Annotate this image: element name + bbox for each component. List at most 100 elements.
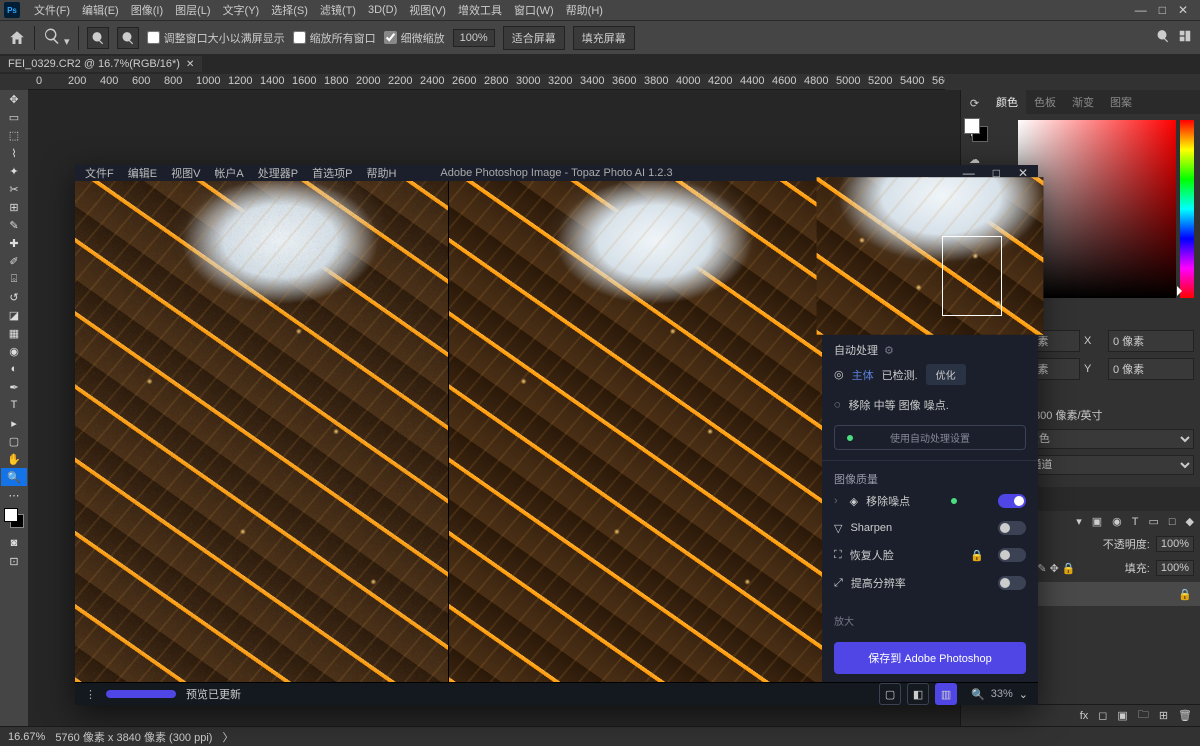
hue-slider[interactable] — [1180, 120, 1194, 298]
menu-type[interactable]: 文字(Y) — [217, 0, 266, 20]
color-swatches[interactable] — [4, 508, 24, 528]
tab-color[interactable]: 颜色 — [988, 90, 1026, 114]
upscale-toggle[interactable] — [998, 576, 1026, 590]
new-layer-icon[interactable]: ⊞ — [1159, 709, 1168, 722]
x-value[interactable]: 0 像素 — [1108, 330, 1194, 352]
menu-edit[interactable]: 编辑(E) — [76, 0, 125, 20]
blur-tool[interactable]: ◉ — [1, 342, 27, 360]
zoom-tool[interactable]: 🔍 — [1, 468, 27, 486]
topaz-menu-help[interactable]: 帮助H — [366, 165, 396, 181]
remove-noise-row[interactable]: ◌ 移除 中等 图像 噪点. — [834, 391, 1026, 419]
marquee-tool[interactable]: ⬚ — [1, 126, 27, 144]
chevron-down-icon[interactable]: ⌄ — [1019, 688, 1028, 701]
search-icon[interactable] — [1156, 29, 1170, 46]
fill-value[interactable]: 100% — [1156, 560, 1194, 576]
gradient-tool[interactable]: ▦ — [1, 324, 27, 342]
menu-filter[interactable]: 滤镜(T) — [314, 0, 362, 20]
sharpen-toggle-row[interactable]: ▽ Sharpen — [834, 515, 1026, 541]
resize-window-checkbox[interactable]: 调整窗口大小以满屏显示 — [147, 30, 285, 46]
quick-mask-tool[interactable]: ◙ — [1, 534, 27, 552]
face-toggle-row[interactable]: ⛶ 恢复人脸 🔒 — [834, 541, 1026, 569]
zoom-all-checkbox[interactable]: 缩放所有窗口 — [293, 30, 376, 46]
sharpen-toggle[interactable] — [998, 521, 1026, 535]
window-maximize-icon[interactable]: □ — [1159, 3, 1166, 17]
topaz-menu-account[interactable]: 帐户A — [214, 165, 243, 181]
subject-row[interactable]: ◎ 主体 已检测. 优化 — [834, 358, 1026, 391]
artboard-tool[interactable]: ▭ — [1, 108, 27, 126]
view-split-button[interactable]: ◧ — [907, 683, 929, 705]
menu-window[interactable]: 窗口(W) — [508, 0, 560, 20]
quick-select-tool[interactable]: ✦ — [1, 162, 27, 180]
view-sidebyside-button[interactable]: ▥ — [935, 683, 957, 705]
upscale-toggle-row[interactable]: ⤢ 提高分辨率 — [834, 569, 1026, 597]
shape-tool[interactable]: ▢ — [1, 432, 27, 450]
menu-plugins[interactable]: 增效工具 — [452, 0, 508, 20]
history-brush-tool[interactable]: ↺ — [1, 288, 27, 306]
move-tool[interactable]: ✥ — [1, 90, 27, 108]
home-icon[interactable] — [8, 29, 26, 47]
delete-layer-icon[interactable]: 🗑 — [1178, 709, 1192, 722]
fit-screen-button[interactable]: 适合屏幕 — [503, 26, 565, 50]
menu-select[interactable]: 选择(S) — [265, 0, 314, 20]
menu-view[interactable]: 视图(V) — [403, 0, 452, 20]
menu-help[interactable]: 帮助(H) — [560, 0, 609, 20]
edit-toolbar[interactable]: ⋯ — [1, 486, 27, 504]
path-select-tool[interactable]: ▸ — [1, 414, 27, 432]
topaz-menu-processor[interactable]: 处理器P — [258, 165, 298, 181]
remove-noise-toggle-row[interactable]: ›◈ 移除噪点 — [834, 487, 1026, 515]
status-zoom[interactable]: 16.67% — [8, 731, 45, 743]
status-docinfo[interactable]: 5760 像素 x 3840 像素 (300 ppi) — [55, 729, 212, 745]
zoom-100-button[interactable]: 100% — [453, 29, 495, 47]
brush-tool[interactable]: ✐ — [1, 252, 27, 270]
topaz-navigator[interactable] — [822, 181, 1038, 331]
history-panel-icon[interactable]: ⟳ — [966, 94, 984, 112]
zoom-in-button[interactable] — [87, 27, 109, 49]
tab-swatches[interactable]: 色板 — [1026, 90, 1064, 114]
y-value[interactable]: 0 像素 — [1108, 358, 1194, 380]
topaz-menu-edit[interactable]: 编辑E — [128, 165, 157, 181]
optimize-button[interactable]: 优化 — [926, 364, 966, 385]
topaz-menu-view[interactable]: 视图V — [171, 165, 200, 181]
menu-layer[interactable]: 图层(L) — [169, 0, 216, 20]
noise-toggle[interactable] — [998, 494, 1026, 508]
screen-mode-tool[interactable]: ⊡ — [1, 552, 27, 570]
scrubby-zoom-checkbox[interactable]: 细微缩放 — [384, 30, 445, 46]
opacity-value[interactable]: 100% — [1156, 536, 1194, 552]
gear-icon[interactable]: ⚙ — [884, 344, 894, 357]
view-single-button[interactable]: ▢ — [879, 683, 901, 705]
eyedropper-tool[interactable]: ✎ — [1, 216, 27, 234]
menu-file[interactable]: 文件(F) — [28, 0, 76, 20]
close-tab-icon[interactable]: ✕ — [186, 59, 194, 70]
tab-gradients[interactable]: 渐变 — [1064, 90, 1102, 114]
topaz-preview[interactable] — [75, 181, 822, 682]
eraser-tool[interactable]: ◪ — [1, 306, 27, 324]
zoom-out-icon[interactable]: 🔍 — [971, 688, 985, 701]
workspace-icon[interactable] — [1178, 29, 1192, 46]
window-minimize-icon[interactable]: — — [1135, 3, 1147, 17]
zoom-out-button[interactable] — [117, 27, 139, 49]
layer-fx-icon[interactable]: fx — [1080, 710, 1089, 722]
topaz-zoom-value[interactable]: 33% — [991, 688, 1013, 700]
topaz-menu-file[interactable]: 文件F — [85, 165, 114, 181]
healing-tool[interactable]: ✚ — [1, 234, 27, 252]
zoom-tool-icon[interactable]: ▾ — [43, 27, 70, 48]
fill-screen-button[interactable]: 填充屏幕 — [573, 26, 635, 50]
layer-group-icon[interactable]: ▣ — [1117, 709, 1127, 722]
menu-3d[interactable]: 3D(D) — [362, 2, 403, 18]
lasso-tool[interactable]: ⌇ — [1, 144, 27, 162]
tab-patterns[interactable]: 图案 — [1102, 90, 1140, 114]
topaz-menu-prefs[interactable]: 首选项P — [312, 165, 352, 181]
menu-image[interactable]: 图像(I) — [125, 0, 169, 20]
hand-tool[interactable]: ✋ — [1, 450, 27, 468]
lock-icon[interactable]: 🔒 — [1178, 588, 1192, 601]
use-auto-settings-button[interactable]: 使用自动处理设置 — [834, 425, 1026, 450]
layer-mask-icon[interactable]: ◻ — [1098, 709, 1107, 722]
document-tab[interactable]: FEI_0329.CR2 @ 16.7%(RGB/16*) ✕ — [0, 56, 202, 72]
type-tool[interactable]: T — [1, 396, 27, 414]
save-to-photoshop-button[interactable]: 保存到 Adobe Photoshop — [834, 642, 1026, 674]
frame-tool[interactable]: ⊞ — [1, 198, 27, 216]
clone-tool[interactable]: ⌺ — [1, 270, 27, 288]
window-close-icon[interactable]: ✕ — [1178, 3, 1188, 17]
more-icon[interactable]: ⋮ — [85, 688, 96, 701]
pen-tool[interactable]: ✒ — [1, 378, 27, 396]
